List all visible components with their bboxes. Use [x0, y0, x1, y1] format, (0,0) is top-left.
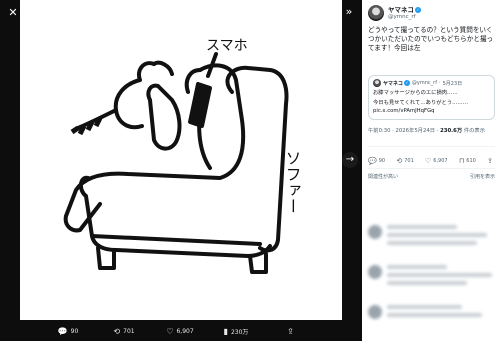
reply-sort-row: 関連性が高い 引用を表示: [368, 173, 495, 180]
blurred-replies: [362, 215, 500, 341]
reply-button[interactable]: 💬 90: [40, 327, 96, 336]
quote-link[interactable]: pic.x.com/vPAmJHqFGq: [373, 107, 490, 115]
views-button[interactable]: ▮ 230万: [208, 327, 264, 336]
chevron-double-right-icon[interactable]: »: [342, 5, 356, 19]
media-viewer: ✕ » スマホ ソファー → 💬 90 ⟲ 701 ♡ 6,907 ▮ 230万…: [0, 0, 360, 341]
share-icon: ⇪: [487, 157, 493, 165]
like-icon: ♡: [166, 327, 174, 336]
quote-posts-link[interactable]: 引用を表示: [470, 173, 495, 180]
tweet-time[interactable]: 午前0:30 · 2026年5月24日 ·: [368, 128, 440, 134]
tweet-text: どうやって撮ってるの？という質問をいくつかいただいたのでいつもどちらかと撮ってま…: [368, 26, 494, 52]
divider: [368, 146, 495, 147]
views-label: 件の表示: [462, 128, 486, 134]
views-icon: ▮: [223, 327, 228, 336]
share-icon: ⇪: [287, 327, 294, 336]
repost-icon: ⟲: [113, 327, 121, 336]
like-icon: ♡: [424, 157, 432, 165]
list-item: [368, 265, 496, 289]
avatar[interactable]: [368, 5, 384, 21]
quote-line-1: お膝マッサージからのエに損肉……: [373, 90, 458, 96]
sofa-label: ソファー: [283, 150, 302, 214]
quote-author-name: ヤマネコ: [383, 80, 403, 87]
quoted-tweet[interactable]: ヤマネコ ✓ @ymnc_rf · 5月23日 お膝マッサージからのエに損肉………: [368, 75, 495, 120]
quote-avatar: [373, 79, 381, 87]
views-count: 230.6万: [440, 128, 463, 134]
repost-button[interactable]: ⟲ 701: [96, 327, 152, 336]
tweet-meta: 午前0:30 · 2026年5月24日 · 230.6万 件の表示: [368, 126, 498, 134]
list-item: [368, 305, 496, 321]
repost-button[interactable]: ⟲ 701: [396, 157, 413, 165]
share-button[interactable]: ⇪: [264, 327, 320, 336]
tweet-action-bar: 💬 90 ⟲ 701 ♡ 6,907 ⊓ 610 ⇪: [368, 157, 495, 165]
share-button[interactable]: ⇪: [487, 157, 495, 165]
quote-date: 5月23日: [442, 80, 463, 87]
reply-button[interactable]: 💬 90: [368, 157, 385, 165]
list-item: [368, 225, 496, 249]
repost-icon: ⟲: [396, 157, 403, 165]
quote-line-2: 今日も見せてくれて…ありがとう………: [373, 100, 469, 106]
reply-icon: 💬: [57, 327, 68, 336]
author-handle: @ymnc_rf: [388, 13, 416, 20]
viewer-action-bar: 💬 90 ⟲ 701 ♡ 6,907 ▮ 230万 ⇪: [0, 322, 360, 341]
like-button[interactable]: ♡ 6,907: [152, 327, 208, 336]
quote-author-handle: @ymnc_rf: [411, 80, 437, 86]
arrow-right-icon[interactable]: →: [342, 152, 358, 168]
divider: [368, 168, 495, 169]
sort-dropdown[interactable]: 関連性が高い: [368, 173, 398, 180]
author-name: ヤマネコ: [388, 5, 414, 14]
reply-icon: 💬: [368, 157, 377, 165]
bookmark-button[interactable]: ⊓ 610: [459, 157, 476, 165]
bookmark-icon: ⊓: [458, 157, 465, 165]
tweet-panel: ヤマネコ ✓ @ymnc_rf どうやって撮ってるの？という質問をいくつかいただい…: [362, 0, 500, 341]
post-image: スマホ ソファー: [20, 0, 342, 320]
like-button[interactable]: ♡ 6,907: [425, 157, 448, 165]
close-icon[interactable]: ✕: [6, 6, 20, 20]
verified-badge-icon: ✓: [414, 6, 421, 13]
tweet-author[interactable]: ヤマネコ ✓ @ymnc_rf: [368, 5, 421, 21]
phone-label: スマホ: [206, 38, 248, 54]
drawing-illustration: スマホ ソファー: [63, 38, 302, 274]
verified-badge-icon: ✓: [403, 80, 410, 86]
